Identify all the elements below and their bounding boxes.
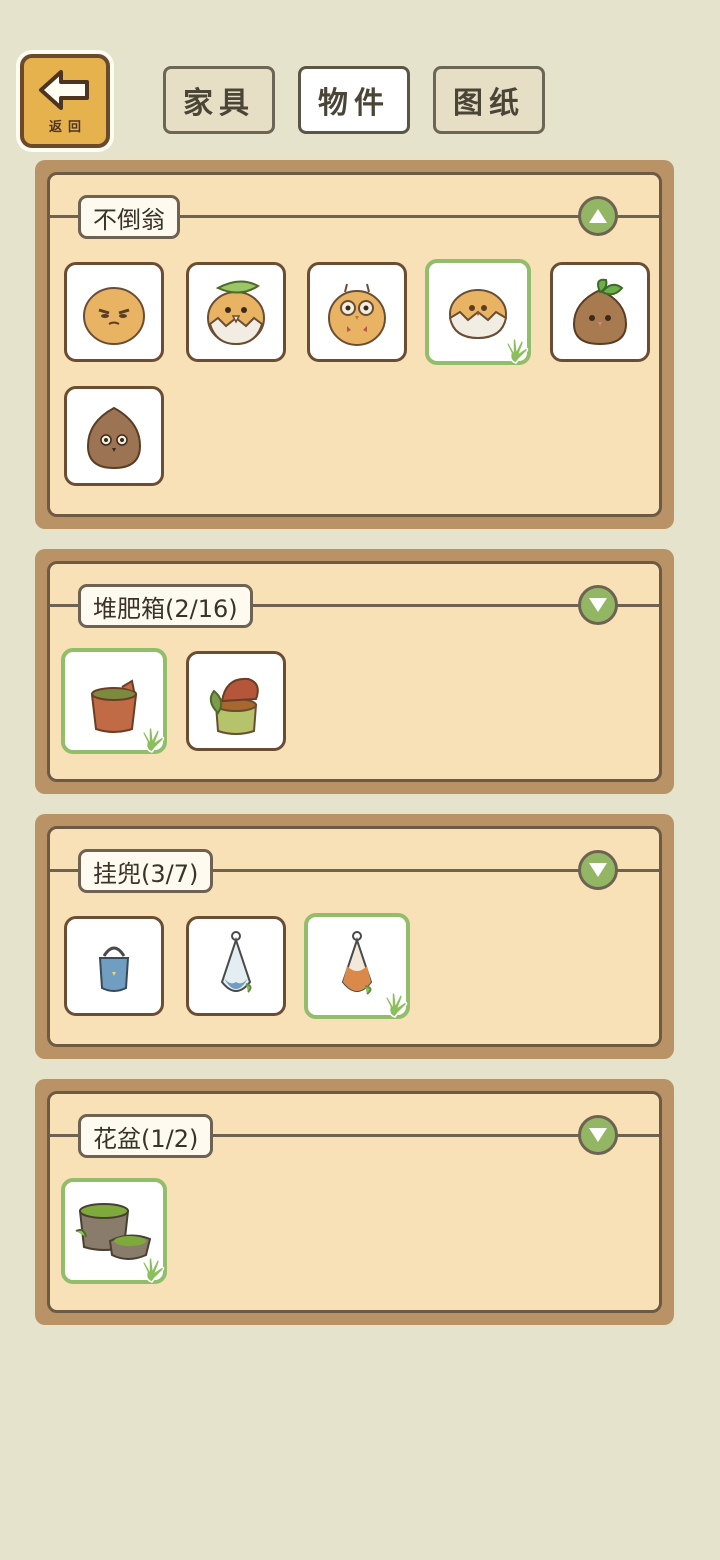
section-tumbler-body: 不倒翁: [47, 172, 662, 517]
item-slot-selected[interactable]: [61, 1178, 167, 1284]
hanging-net-blue-icon: [220, 931, 252, 993]
section-flowerpot: 花盆(1/2): [35, 1079, 674, 1325]
tumbler-owl-icon: [328, 283, 386, 346]
item-slot-selected[interactable]: [304, 913, 410, 1019]
tab-furniture[interactable]: 家具: [163, 66, 275, 134]
section-title: 不倒翁: [78, 195, 180, 239]
section-compost-body: 堆肥箱(2/16): [47, 561, 662, 782]
section-flowerpot-body: 花盆(1/2): [47, 1091, 662, 1313]
section-title-text: 挂兜(3/7): [93, 859, 199, 888]
section-hanging-body: 挂兜(3/7): [47, 826, 662, 1047]
triangle-up-icon: [589, 209, 607, 223]
compost-leaf-bin-icon: [209, 677, 259, 735]
tab-blueprints-label: 图纸: [453, 86, 525, 121]
tumbler-round-face-icon: [83, 287, 145, 345]
hanging-bucket-icon: [98, 946, 130, 992]
section-title-text: 堆肥箱(2/16): [93, 594, 238, 623]
tumbler-leaf-eggshell-icon: [207, 280, 265, 346]
item-slot[interactable]: [307, 262, 407, 362]
triangle-down-icon: [589, 598, 607, 612]
tab-blueprints[interactable]: 图纸: [433, 66, 545, 134]
triangle-down-icon: [589, 1128, 607, 1142]
frog-paw-icon: [385, 991, 408, 1018]
tab-objects[interactable]: 物件: [298, 66, 410, 134]
item-slot[interactable]: [64, 262, 164, 362]
section-title: 挂兜(3/7): [78, 849, 214, 893]
section-title: 花盆(1/2): [78, 1114, 214, 1158]
section-title-text: 不倒翁: [93, 205, 165, 234]
item-slot-selected[interactable]: [61, 648, 167, 754]
back-arrow-icon: [39, 69, 89, 110]
expand-button[interactable]: [578, 585, 618, 625]
collapse-button[interactable]: [578, 196, 618, 236]
item-slot[interactable]: [186, 262, 286, 362]
item-slot[interactable]: [64, 386, 164, 486]
frog-paw-icon: [142, 726, 165, 753]
expand-button[interactable]: [578, 850, 618, 890]
back-button-label: 返回: [48, 119, 87, 135]
section-compost: 堆肥箱(2/16): [35, 549, 674, 794]
section-hanging: 挂兜(3/7): [35, 814, 674, 1059]
item-slot-selected[interactable]: [425, 259, 531, 365]
item-slot[interactable]: [64, 916, 164, 1016]
item-slot[interactable]: [186, 651, 286, 751]
item-slot[interactable]: [550, 262, 650, 362]
section-title-text: 花盆(1/2): [93, 1124, 199, 1153]
tab-objects-label: 物件: [318, 86, 390, 121]
tumbler-sprout-seed-icon: [572, 278, 628, 346]
back-button[interactable]: 返回: [20, 54, 110, 148]
triangle-down-icon: [589, 863, 607, 877]
section-tumbler: 不倒翁: [35, 160, 674, 529]
item-slot[interactable]: [186, 916, 286, 1016]
frog-paw-icon: [142, 1256, 165, 1283]
tab-furniture-label: 家具: [183, 86, 255, 121]
section-title: 堆肥箱(2/16): [78, 584, 253, 628]
frog-paw-icon: [506, 337, 529, 364]
tumbler-brown-seed-icon: [86, 406, 142, 470]
expand-button[interactable]: [578, 1115, 618, 1155]
